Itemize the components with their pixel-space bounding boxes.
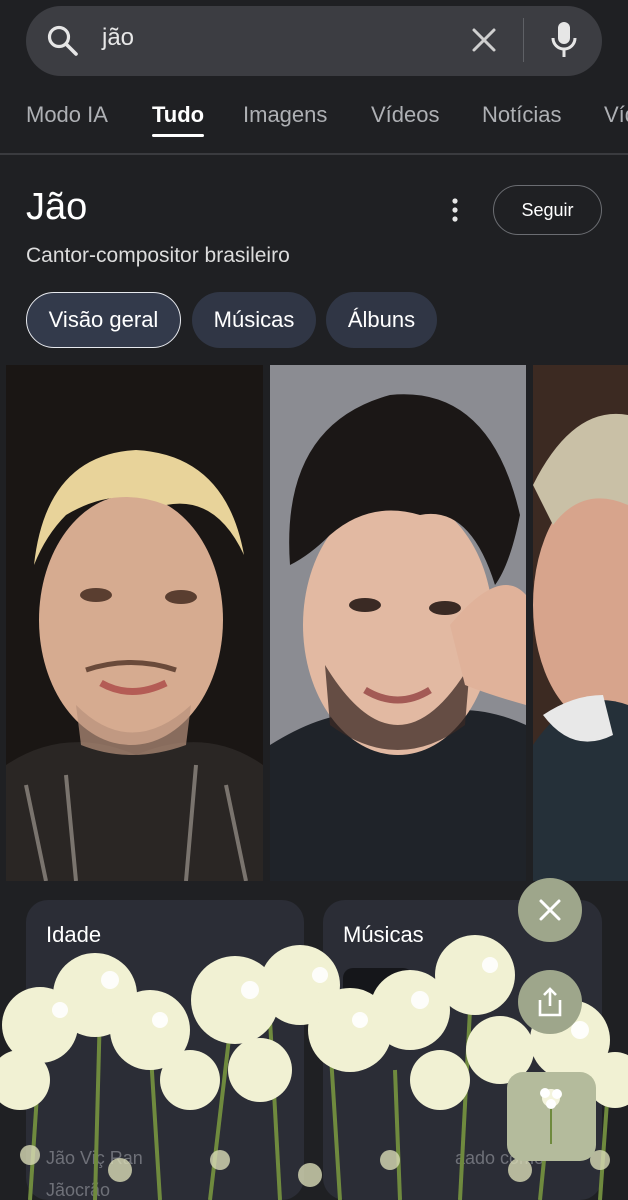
close-fab[interactable] — [518, 878, 582, 942]
search-divider — [523, 18, 524, 62]
share-fab[interactable] — [518, 970, 582, 1034]
search-icon[interactable] — [46, 24, 80, 58]
share-icon — [538, 987, 562, 1017]
tabs-divider — [0, 153, 628, 155]
search-tabs: Modo IA Tudo Imagens Vídeos Notícias Víd — [0, 96, 628, 154]
artist-photo-1-image — [6, 365, 263, 881]
entity-title: Jão — [26, 186, 88, 228]
google-search-results-page: jão Modo IA Tudo Imagens Vídeos Notícias… — [0, 0, 628, 1200]
faint-card-text: Jão Viç Ran — [46, 1148, 143, 1168]
artist-photo-3-image — [533, 365, 628, 881]
artist-photo-2-image — [270, 365, 526, 881]
artist-photo-3[interactable] — [533, 365, 628, 881]
flower-icon — [540, 1088, 562, 1144]
chip-musicas[interactable]: Músicas — [192, 292, 316, 348]
follow-button[interactable]: Seguir — [493, 185, 602, 235]
search-input[interactable]: jão — [102, 24, 134, 52]
tab-modo-ia[interactable]: Modo IA — [26, 102, 108, 128]
tab-videos[interactable]: Vídeos — [371, 102, 440, 128]
faint-card-text-2: Jãocrão — [46, 1180, 111, 1200]
mic-icon[interactable] — [548, 20, 580, 60]
artist-photo-1[interactable] — [6, 365, 263, 881]
tab-noticias[interactable]: Notícias — [482, 102, 561, 128]
close-icon — [539, 899, 561, 921]
active-tab-indicator — [152, 134, 204, 137]
clear-icon[interactable] — [468, 24, 500, 56]
entity-subtitle: Cantor-compositor brasileiro — [26, 244, 290, 267]
song-thumbnail[interactable] — [343, 968, 413, 1032]
artist-photo-2[interactable] — [270, 365, 526, 881]
tab-videos-curtos[interactable]: Víd — [604, 102, 628, 128]
more-vert-icon[interactable] — [443, 196, 467, 224]
chip-albuns[interactable]: Álbuns — [326, 292, 437, 348]
tab-tudo[interactable]: Tudo — [152, 102, 204, 128]
chip-visao-geral[interactable]: Visão geral — [26, 292, 181, 348]
flower-widget-button[interactable] — [507, 1072, 596, 1161]
tab-imagens[interactable]: Imagens — [243, 102, 327, 128]
age-card-title: Idade — [46, 922, 102, 947]
songs-card-title: Músicas — [343, 922, 424, 947]
